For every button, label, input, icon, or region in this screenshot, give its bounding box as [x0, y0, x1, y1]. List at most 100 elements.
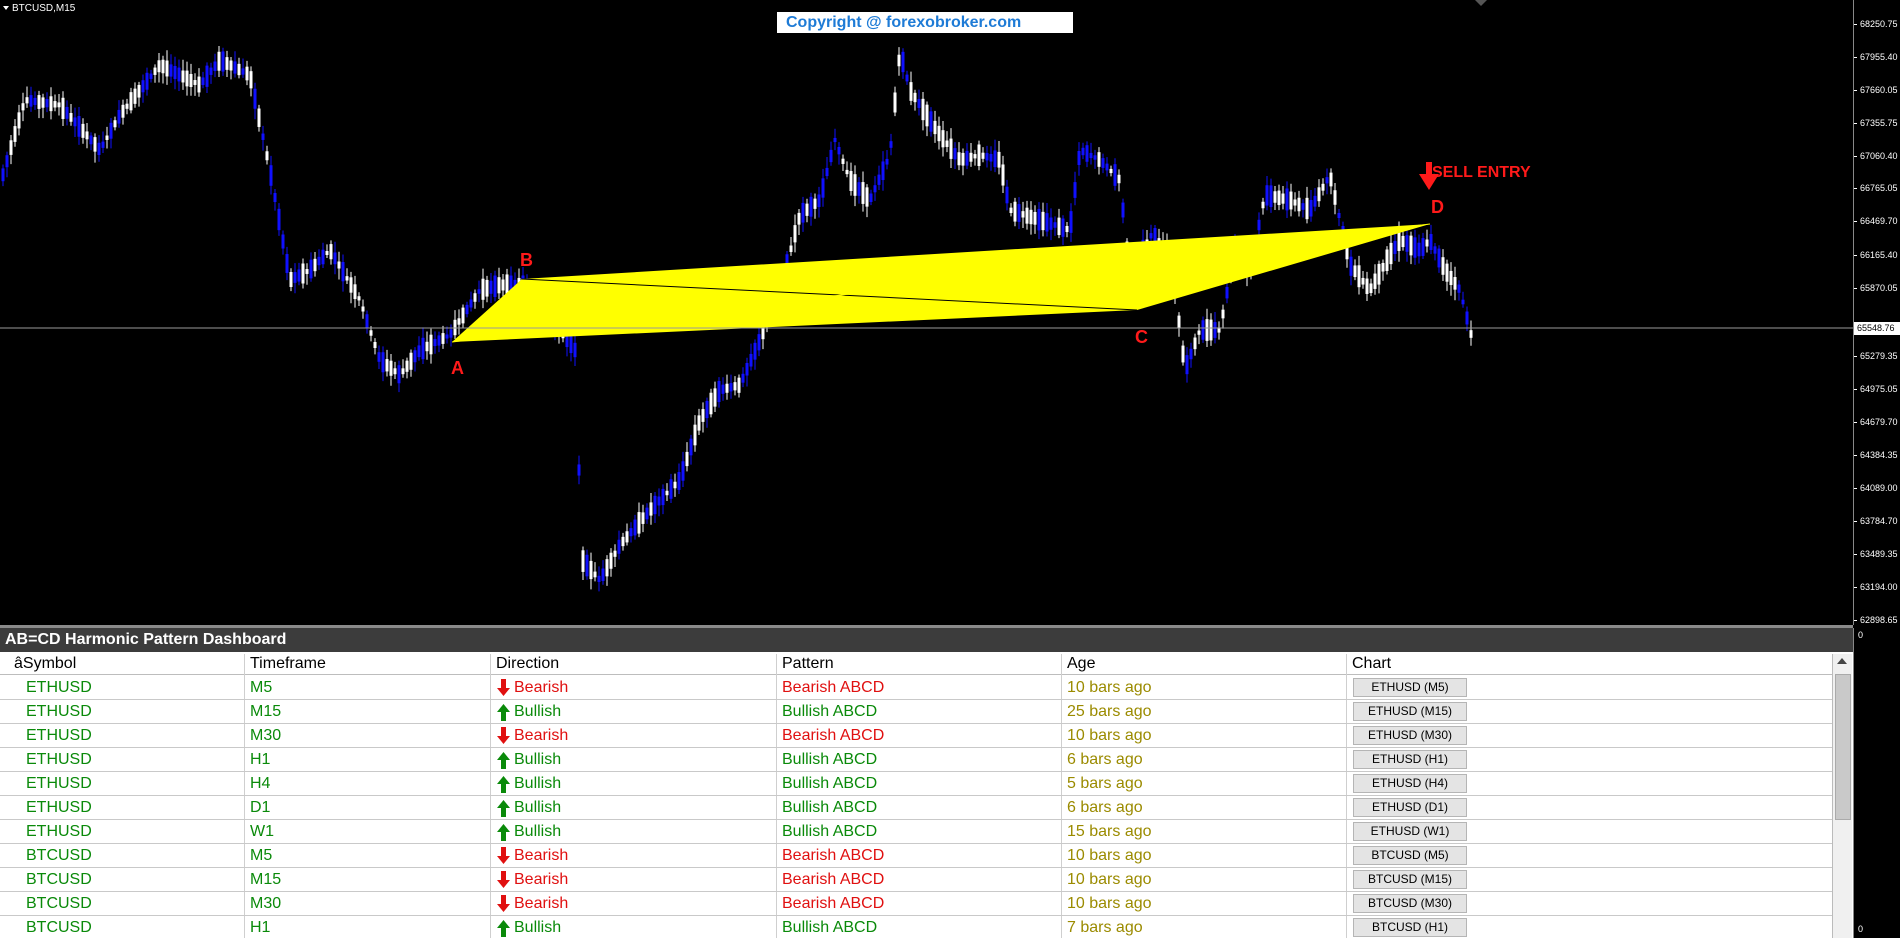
price-tick: 62898.65 [1854, 615, 1900, 625]
candle-body [1069, 211, 1073, 233]
candle-body [1385, 249, 1389, 272]
open-chart-button[interactable]: BTCUSD (H1) [1353, 918, 1467, 937]
open-chart-button[interactable]: ETHUSD (M15) [1353, 702, 1467, 721]
col-header-symbol[interactable]: âSymbol [14, 654, 76, 674]
col-header-timeframe[interactable]: Timeframe [250, 654, 326, 674]
price-chart[interactable]: BTCUSD,M15 Copyright @ forexobroker.com … [0, 0, 1853, 625]
candle-body [225, 57, 229, 70]
open-chart-button[interactable]: ETHUSD (H1) [1353, 750, 1467, 769]
candle-body [221, 51, 225, 72]
cell-direction: Bearish [496, 676, 568, 699]
candle-body [365, 314, 369, 328]
cell-direction: Bearish [496, 724, 568, 747]
candle-body [445, 334, 449, 339]
candle-body [45, 98, 49, 108]
open-chart-button[interactable]: ETHUSD (D1) [1353, 798, 1467, 817]
candle-body [853, 174, 857, 196]
dashboard-scrollbar[interactable] [1832, 654, 1852, 938]
col-header-age[interactable]: Age [1067, 654, 1095, 674]
candle-body [1053, 222, 1057, 228]
table-row[interactable]: ETHUSD H4 Bullish Bullish ABCD 5 bars ago ETH… [0, 772, 1832, 796]
candlestick-chart[interactable] [0, 0, 1853, 625]
table-row[interactable]: BTCUSD H1 Bullish Bullish ABCD 7 bars ago BTC… [0, 916, 1832, 938]
candle-body [881, 161, 885, 181]
open-chart-button[interactable]: ETHUSD (W1) [1353, 822, 1467, 841]
cell-symbol: ETHUSD [26, 727, 92, 744]
candle-body [461, 307, 465, 324]
cell-pattern: Bearish ABCD [782, 847, 885, 864]
arrow-down-icon [497, 846, 510, 864]
table-row[interactable]: BTCUSD M5 Bearish Bearish ABCD 10 bars ago BT… [0, 844, 1832, 868]
cell-age: 10 bars ago [1067, 727, 1152, 744]
price-axis[interactable]: 68250.75 67955.40 67660.05 67355.75 67060.40… [1853, 0, 1900, 625]
table-row[interactable]: ETHUSD D1 Bullish Bullish ABCD 6 bars ago ETH… [0, 796, 1832, 820]
candle-body [1425, 239, 1429, 247]
price-tick: 65870.05 [1854, 283, 1900, 293]
candle-body [1357, 265, 1361, 288]
open-chart-button[interactable]: ETHUSD (M5) [1353, 678, 1467, 697]
candle-body [1101, 158, 1105, 168]
candle-body [637, 512, 641, 534]
table-row[interactable]: BTCUSD M30 Bearish Bearish ABCD 10 bars ago B… [0, 892, 1832, 916]
table-row[interactable]: ETHUSD M5 Bearish Bearish ABCD 10 bars ago ET… [0, 676, 1832, 700]
candle-body [449, 329, 453, 338]
candle-body [1261, 201, 1265, 209]
chart-shift-marker-icon[interactable] [1475, 0, 1487, 6]
open-chart-button[interactable]: BTCUSD (M5) [1353, 846, 1467, 865]
sell-entry-label: SELL ENTRY [1432, 164, 1531, 181]
cell-pattern: Bullish ABCD [782, 919, 878, 936]
candle-body [369, 330, 373, 336]
table-row[interactable]: ETHUSD M15 Bullish Bullish ABCD 25 bars ago E… [0, 700, 1832, 724]
table-row[interactable]: ETHUSD H1 Bullish Bullish ABCD 6 bars ago ETH… [0, 748, 1832, 772]
scrollbar-thumb[interactable] [1835, 674, 1851, 820]
col-header-pattern[interactable]: Pattern [782, 654, 834, 674]
chart-symbol-label[interactable]: BTCUSD,M15 [3, 3, 75, 14]
candle-body [105, 135, 109, 140]
candle-body [1201, 320, 1205, 340]
col-header-direction[interactable]: Direction [496, 654, 559, 674]
candle-body [437, 335, 441, 346]
cell-age: 6 bars ago [1067, 799, 1143, 816]
candle-body [1337, 212, 1341, 219]
candle-body [337, 261, 341, 269]
scroll-up-icon[interactable] [1837, 658, 1847, 664]
candle-body [949, 138, 953, 159]
cell-symbol: ETHUSD [26, 823, 92, 840]
open-chart-button[interactable]: BTCUSD (M30) [1353, 894, 1467, 913]
candle-body [209, 67, 213, 75]
open-chart-button[interactable]: ETHUSD (H4) [1353, 774, 1467, 793]
candle-body [93, 137, 97, 152]
candle-body [297, 269, 301, 282]
candle-body [1029, 209, 1033, 225]
candle-body [405, 360, 409, 372]
candle-body [285, 254, 289, 273]
candle-body [57, 102, 61, 108]
candle-body [1033, 211, 1037, 225]
open-chart-button[interactable]: BTCUSD (M15) [1353, 870, 1467, 889]
table-row[interactable]: ETHUSD M30 Bearish Bearish ABCD 10 bars ago E… [0, 724, 1832, 748]
candle-body [1309, 199, 1313, 217]
candle-body [1301, 203, 1305, 210]
candle-body [685, 451, 689, 467]
candle-body [1021, 211, 1025, 218]
candle-body [1097, 152, 1101, 167]
candle-body [597, 575, 601, 582]
candle-body [893, 92, 897, 113]
table-row[interactable]: BTCUSD M15 Bearish Bearish ABCD 10 bars ago B… [0, 868, 1832, 892]
col-header-chart[interactable]: Chart [1352, 654, 1391, 674]
open-chart-button[interactable]: ETHUSD (M30) [1353, 726, 1467, 745]
candle-body [1017, 204, 1021, 222]
candle-body [573, 342, 577, 358]
price-tick: 63489.35 [1854, 549, 1900, 559]
table-row[interactable]: ETHUSD W1 Bullish Bullish ABCD 15 bars ago ET… [0, 820, 1832, 844]
candle-body [501, 279, 505, 291]
candle-body [889, 141, 893, 148]
candle-body [201, 77, 205, 86]
candle-body [37, 95, 41, 109]
candle-body [69, 112, 73, 122]
candle-body [1077, 151, 1081, 165]
candle-body [473, 293, 477, 302]
candle-body [977, 144, 981, 167]
candle-body [1369, 283, 1373, 294]
price-tick: 64089.00 [1854, 483, 1900, 493]
